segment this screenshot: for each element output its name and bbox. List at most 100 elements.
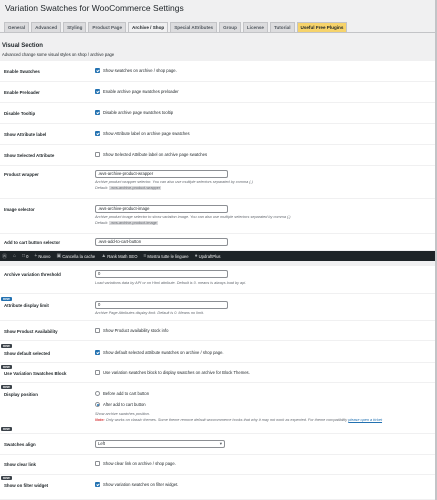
label-use-variation-swatches-block: Use Variation Swatches Block <box>4 371 67 376</box>
tab-archive-shop[interactable]: Archive / Shop <box>128 22 169 32</box>
trash-icon: ▣ <box>56 253 62 259</box>
checkbox-show-on-filter-widget[interactable] <box>95 482 100 487</box>
row-enable-swatches: Enable Swatches Show swatches on archive… <box>0 61 437 82</box>
row-add-to-cart: Add to cart button selector .wvs-add-to-… <box>0 234 437 251</box>
label-show-default-selected: Show default selected <box>4 351 51 356</box>
text-show-clear-link: Show clear link on archive / shop page. <box>103 461 176 466</box>
admin-bar-updraftplus-label: UpdraftPlus <box>198 253 221 259</box>
label-add-to-cart: Add to cart button selector <box>4 240 61 245</box>
admin-bar-clear-cache[interactable]: ▣ Cancella la cache <box>56 253 95 259</box>
add-to-cart-input[interactable]: .wvs-add-to-cart-button <box>95 238 228 246</box>
tab-license[interactable]: License <box>242 22 268 32</box>
section-description: Advanced change some visual styles on sh… <box>2 52 115 57</box>
admin-bar-languages[interactable]: ≡ Mostra tutte le linguee <box>143 253 188 259</box>
radio-before-add-to-cart[interactable] <box>95 391 100 396</box>
image-selector-help: Archive product image selector to show v… <box>95 215 291 219</box>
attribute-display-limit-input[interactable]: 0 <box>95 301 228 309</box>
text-show-on-filter-widget: Show variation swatches on filter widget… <box>103 482 179 487</box>
label-archive-threshold: Archive variation threshold <box>4 272 61 277</box>
text-show-product-availability: Show Product availability stock info <box>103 328 169 333</box>
row-show-default-selected: new Show default selected Show default s… <box>0 341 437 363</box>
settings-tabs: General Advanced Styling Product Page Ar… <box>4 22 348 32</box>
tab-general[interactable]: General <box>4 22 30 32</box>
checkbox-disable-tooltip[interactable] <box>95 110 100 115</box>
label-show-on-filter-widget: Show on filter widget <box>4 483 49 488</box>
checkbox-enable-swatches[interactable] <box>95 68 100 73</box>
label-show-attribute-label: Show Attribute label <box>4 132 47 137</box>
checkbox-enable-preloader[interactable] <box>95 89 100 94</box>
note-text: Only works on classic themes. Some theme… <box>105 418 348 422</box>
row-enable-preloader: Enable Preloader Enable archive page swa… <box>0 82 437 103</box>
text-show-selected-attribute: Show Selected Attribute label on archive… <box>103 152 208 157</box>
radio-after-add-to-cart[interactable] <box>95 402 100 407</box>
image-selector-input[interactable]: .wvs-archive-product-image <box>95 205 228 213</box>
tab-tutorial[interactable]: Tutorial <box>269 22 295 32</box>
new-badge: new <box>1 476 12 480</box>
attribute-display-limit-help: Archive Page Attributes display limit. D… <box>95 311 204 315</box>
admin-bar-new[interactable]: + Nuovo <box>34 253 50 259</box>
tab-advanced[interactable]: Advanced <box>31 22 62 32</box>
checkbox-show-clear-link[interactable] <box>95 461 100 466</box>
swatches-align-select[interactable]: Left <box>95 440 225 448</box>
admin-bar-updraftplus[interactable]: ● UpdraftPlus <box>195 253 221 259</box>
tab-styling[interactable]: Styling <box>63 22 87 32</box>
new-badge: new <box>1 297 12 301</box>
text-enable-swatches: Show swatches on archive / shop page. <box>103 68 177 73</box>
label-show-product-availability: Show Product Availability <box>4 329 58 334</box>
label-display-position: Display position <box>4 392 38 397</box>
wp-admin-bar: Ⓦ ⌂ □ 0 + Nuovo ▣ Cancella la cache ▲ Rank M… <box>0 251 437 261</box>
admin-bar-languages-label: Mostra tutte le linguee <box>147 253 189 259</box>
label-disable-tooltip: Disable Tooltip <box>4 111 36 116</box>
row-use-variation-swatches-block: new Use Variation Swatches Block Use var… <box>0 363 437 383</box>
settings-panel-bottom: Archive variation threshold 0 Load varia… <box>0 266 437 500</box>
tabs-divider <box>0 32 437 33</box>
comments-count: 0 <box>26 253 29 259</box>
row-display-position: new Display position Before add to cart … <box>0 383 437 434</box>
tab-useful-free-plugins[interactable]: Useful Free Plugins <box>296 22 348 32</box>
default-label: Default: <box>95 221 109 225</box>
product-wrapper-default: Default: .wvs-archive-product-wrapper <box>95 186 162 190</box>
row-product-wrapper: Product wrapper .wvs-archive-product-wra… <box>0 166 437 199</box>
admin-bar-rank-math[interactable]: ▲ Rank Math SEO <box>101 253 137 259</box>
open-ticket-link[interactable]: please open a ticket <box>348 418 382 422</box>
row-swatches-align: Swatches align Left <box>0 434 437 455</box>
home-icon: ⌂ <box>13 253 17 259</box>
tab-special-attributes[interactable]: Special Attributes <box>170 22 218 32</box>
checkbox-show-selected-attribute[interactable] <box>95 152 100 157</box>
checkbox-show-attribute-label[interactable] <box>95 131 100 136</box>
checkbox-show-product-availability[interactable] <box>95 328 100 333</box>
text-show-attribute-label: Show Attribute label on archive page swa… <box>103 131 190 136</box>
checkbox-show-default-selected[interactable] <box>95 350 100 355</box>
row-show-product-availability: Show Product Availability Show Product a… <box>0 321 437 341</box>
text-enable-preloader: Enable archive page swatches preloader <box>103 89 179 94</box>
text-before-add-to-cart: Before add to cart button <box>103 391 150 396</box>
new-badge: new <box>1 365 12 369</box>
default-label: Default: <box>95 186 109 190</box>
text-use-variation-swatches-block: Use variation swatches block to display … <box>103 370 250 375</box>
label-attribute-display-limit: Attribute display limit <box>4 303 49 308</box>
product-wrapper-input[interactable]: .wvs-archive-product-wrapper <box>95 170 228 178</box>
settings-panel-top: Enable Swatches Show swatches on archive… <box>0 61 437 251</box>
new-badge-2: new <box>1 427 12 431</box>
display-position-help: Show archive swatches position. <box>95 412 150 416</box>
row-archive-threshold: Archive variation threshold 0 Load varia… <box>0 266 437 294</box>
text-show-default-selected: Show default selected attribute swatches… <box>103 350 224 355</box>
product-wrapper-help: Archive product wrapper selector. You ca… <box>95 180 253 184</box>
tab-product-page[interactable]: Product Page <box>88 22 127 32</box>
display-position-note: Note: Only works on classic themes. Some… <box>95 418 382 422</box>
default-code: .wvs-archive-product-image <box>109 221 158 225</box>
note-label: Note: <box>95 418 105 422</box>
label-enable-swatches: Enable Swatches <box>4 69 40 74</box>
archive-threshold-help: Load variations data by API or on Html a… <box>95 281 247 285</box>
admin-bar-comments[interactable]: □ 0 <box>22 253 28 259</box>
row-show-clear-link: Show clear link Show clear link on archi… <box>0 455 437 475</box>
archive-threshold-input[interactable]: 0 <box>95 270 228 278</box>
checkbox-use-variation-swatches-block[interactable] <box>95 370 100 375</box>
tab-group[interactable]: Group <box>219 22 241 32</box>
label-swatches-align: Swatches align <box>4 442 36 447</box>
admin-bar-rank-math-label: Rank Math SEO <box>107 253 138 259</box>
admin-bar-wordpress[interactable]: Ⓦ <box>2 253 7 260</box>
label-show-selected-attribute: Show Selected Attribute <box>4 153 55 158</box>
row-show-on-filter-widget: new Show on filter widget Show variation… <box>0 475 437 500</box>
admin-bar-home[interactable]: ⌂ <box>13 253 16 259</box>
